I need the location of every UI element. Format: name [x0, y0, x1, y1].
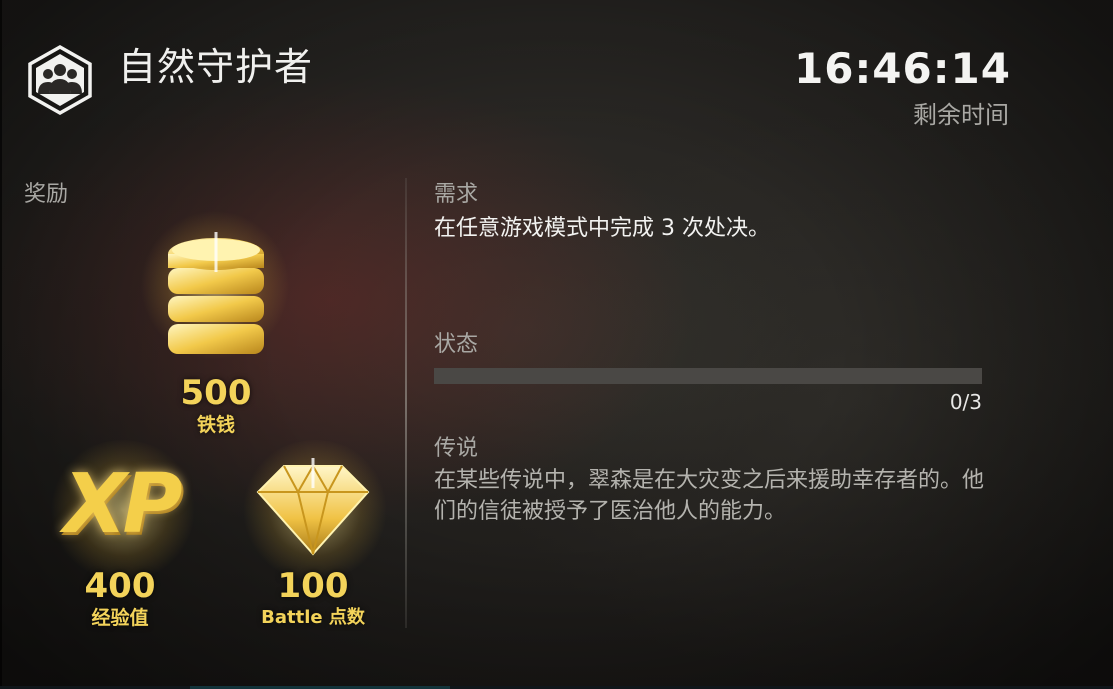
status-label: 状态	[434, 332, 479, 357]
reward-unit: Battle 点数	[261, 607, 365, 628]
rewards-label: 奖励	[24, 182, 69, 207]
requirement-text: 在任意游戏模式中完成 3 次处决。	[434, 216, 770, 241]
reward-amount: 100	[277, 566, 349, 606]
progress-bar	[434, 368, 982, 384]
time-remaining-label: 剩余时间	[913, 101, 1009, 129]
frame-left-edge	[0, 0, 2, 689]
reward-amount: 500	[180, 373, 252, 413]
xp-icon: XP	[46, 455, 196, 555]
progress-count: 0/3	[949, 390, 982, 414]
group-shield-icon	[24, 44, 96, 116]
challenge-title: 自然守护者	[118, 45, 314, 89]
lore-label: 传说	[434, 436, 479, 461]
diamond-icon	[254, 458, 372, 558]
xp-icon-text: XP	[63, 457, 182, 552]
requirement-label: 需求	[434, 182, 479, 207]
coin-stack-icon	[160, 232, 272, 362]
column-divider	[405, 178, 407, 628]
lore-text: 在某些传说中，翠森是在大灾变之后来援助幸存者的。他们的信徒被授予了医治他人的能力…	[434, 468, 985, 524]
time-remaining: 16:46:14	[794, 44, 1011, 93]
reward-unit: 铁钱	[196, 414, 235, 436]
reward-amount: 400	[84, 566, 156, 606]
reward-unit: 经验值	[91, 607, 149, 629]
